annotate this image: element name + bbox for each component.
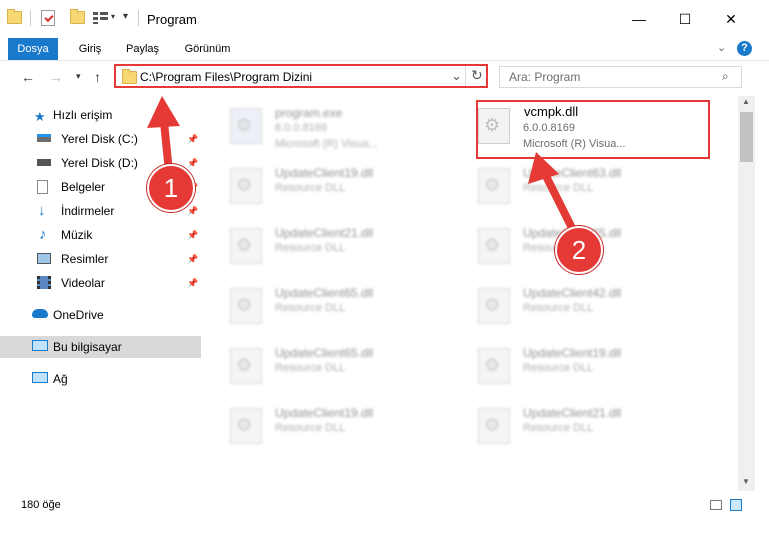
annotation-badge-2: 2 <box>555 226 603 274</box>
item-count: 180 öğe <box>21 499 61 511</box>
arrow-1-head <box>147 96 180 128</box>
large-icons-view-icon[interactable] <box>730 499 742 511</box>
details-view-icon[interactable] <box>710 500 722 510</box>
annotation-arrows <box>147 96 578 236</box>
arrow-2 <box>542 172 578 236</box>
status-bar: 180 öğe <box>0 492 769 518</box>
annotation-badge-1: 1 <box>147 164 195 212</box>
